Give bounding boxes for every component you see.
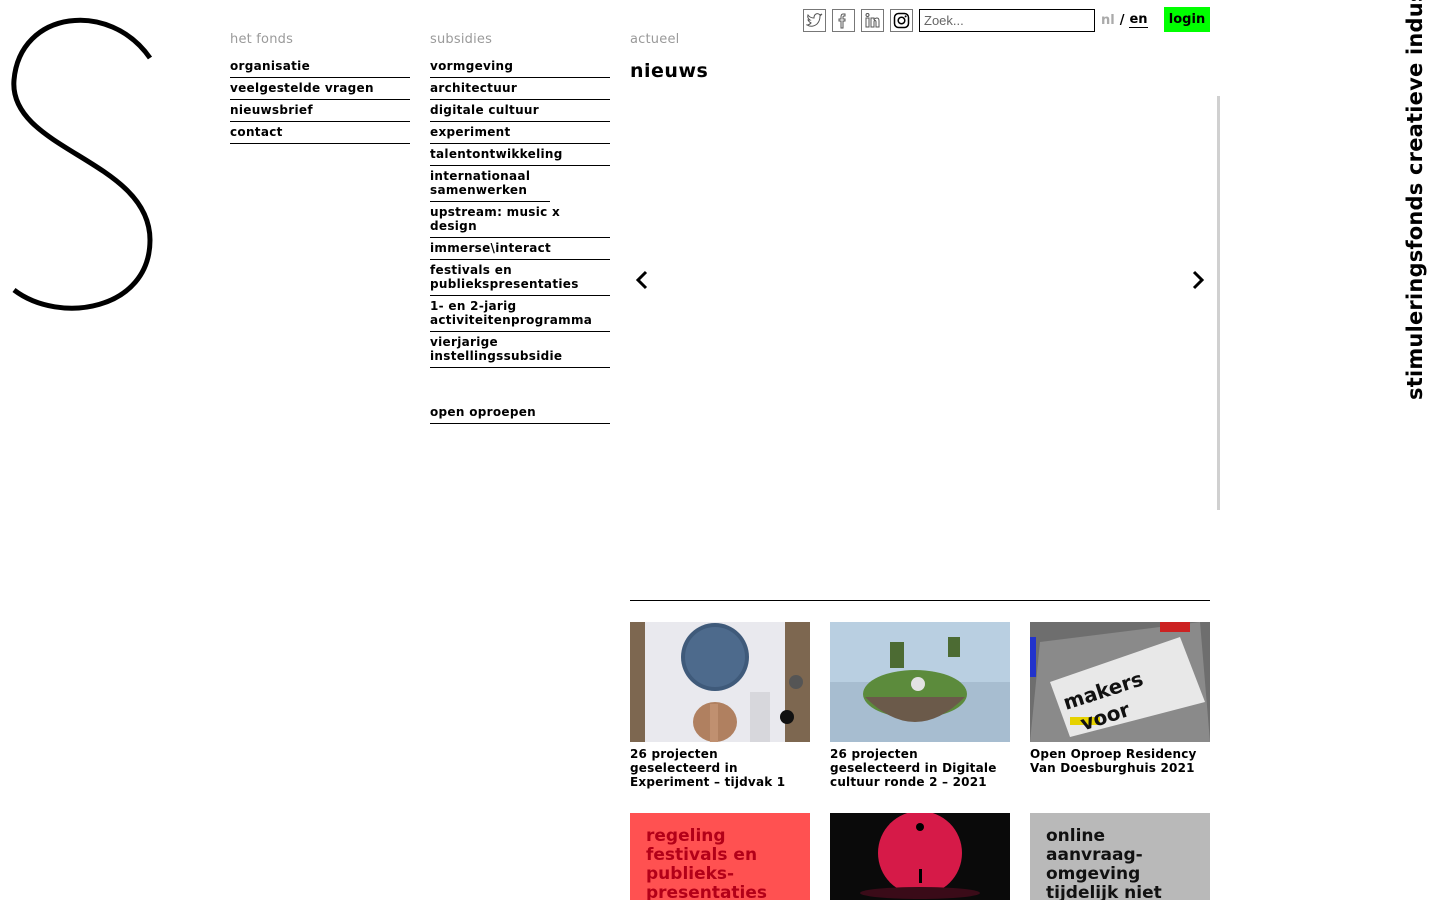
twitter-icon[interactable]: [803, 8, 826, 32]
news-card[interactable]: 26 projecten geselecteerd in Digitale cu…: [830, 622, 1010, 789]
section-divider: [630, 600, 1210, 601]
nav-item-organisatie[interactable]: organisatie: [230, 56, 410, 78]
card-caption: Open Oproep Residency Van Doesburghuis 2…: [1030, 747, 1197, 775]
nav-item-digitale-cultuur[interactable]: digitale cultuur: [430, 100, 610, 122]
language-switch: nl / en: [1101, 12, 1148, 28]
nav-item-experiment[interactable]: experiment: [430, 122, 610, 144]
nav-item-internationaal-samenwerken[interactable]: internationaal samenwerken: [430, 166, 550, 202]
login-button[interactable]: login: [1164, 7, 1210, 32]
card-caption: 26 projecten geselecteerd in Experiment …: [630, 747, 786, 789]
het-fonds-nav: het fonds organisatie veelgestelde vrage…: [230, 30, 410, 144]
chevron-left-icon[interactable]: [632, 268, 652, 292]
chevron-right-icon[interactable]: [1188, 268, 1208, 292]
news-card[interactable]: online aanvraag-omgeving tijdelijk niet …: [1030, 813, 1210, 900]
search-input[interactable]: [919, 8, 1095, 32]
instagram-icon[interactable]: [890, 8, 913, 32]
nav-item-vormgeving[interactable]: vormgeving: [430, 56, 610, 78]
news-card[interactable]: 26 projecten geselecteerd in Experiment …: [630, 622, 810, 789]
card-image: [630, 622, 810, 742]
card-image: makers voor: [1030, 622, 1210, 742]
card-image: [830, 622, 1010, 742]
nav-item-upstream[interactable]: upstream: music x design: [430, 202, 610, 238]
card-tile: regeling festivals en publieks-presentat…: [630, 813, 810, 900]
carousel-scrollbar[interactable]: [1217, 96, 1220, 510]
news-card[interactable]: makers voor Open Oproep Residency Van Do…: [1030, 622, 1210, 775]
nav-item-immerse-interact[interactable]: immerse\interact: [430, 238, 610, 260]
news-card[interactable]: regeling festivals en publieks-presentat…: [630, 813, 810, 900]
subsidies-nav: subsidies vormgeving architectuur digita…: [430, 30, 610, 424]
nav-item-nieuwsbrief[interactable]: nieuwsbrief: [230, 100, 410, 122]
linkedin-icon[interactable]: [861, 8, 884, 32]
lang-nl-link[interactable]: nl: [1101, 13, 1115, 28]
lang-separator: /: [1119, 12, 1125, 28]
nav-item-talentontwikkeling[interactable]: talentontwikkeling: [430, 144, 610, 166]
het-fonds-heading[interactable]: het fonds: [230, 30, 410, 50]
actueel-section: actueel nieuws: [630, 30, 1210, 86]
card-tile: online aanvraag-omgeving tijdelijk niet …: [1030, 813, 1210, 900]
subsidies-heading[interactable]: subsidies: [430, 30, 610, 50]
nav-item-vierjarige[interactable]: vierjarige instellingssubsidie: [430, 332, 610, 368]
nav-item-veelgestelde-vragen[interactable]: veelgestelde vragen: [230, 78, 410, 100]
card-image: [830, 813, 1010, 900]
site-name-vertical[interactable]: stimuleringsfonds creatieve industrie: [1403, 0, 1427, 400]
nav-item-activiteitenprogramma[interactable]: 1- en 2-jarig activiteitenprogramma: [430, 296, 610, 332]
nav-item-festivals[interactable]: festivals en publiekspresentaties: [430, 260, 610, 296]
facebook-icon[interactable]: [832, 8, 855, 32]
news-carousel: [630, 96, 1220, 510]
logo-s[interactable]: [0, 10, 160, 320]
nav-item-open-oproepen[interactable]: open oproepen: [430, 402, 610, 424]
nav-item-contact[interactable]: contact: [230, 122, 410, 144]
card-caption: 26 projecten geselecteerd in Digitale cu…: [830, 747, 997, 789]
actueel-heading[interactable]: actueel: [630, 30, 1210, 50]
page-title: nieuws: [630, 60, 709, 82]
lang-en-link[interactable]: en: [1129, 12, 1148, 28]
top-bar: nl / en: [803, 7, 1148, 33]
news-card[interactable]: [830, 813, 1010, 900]
nav-item-architectuur[interactable]: architectuur: [430, 78, 610, 100]
